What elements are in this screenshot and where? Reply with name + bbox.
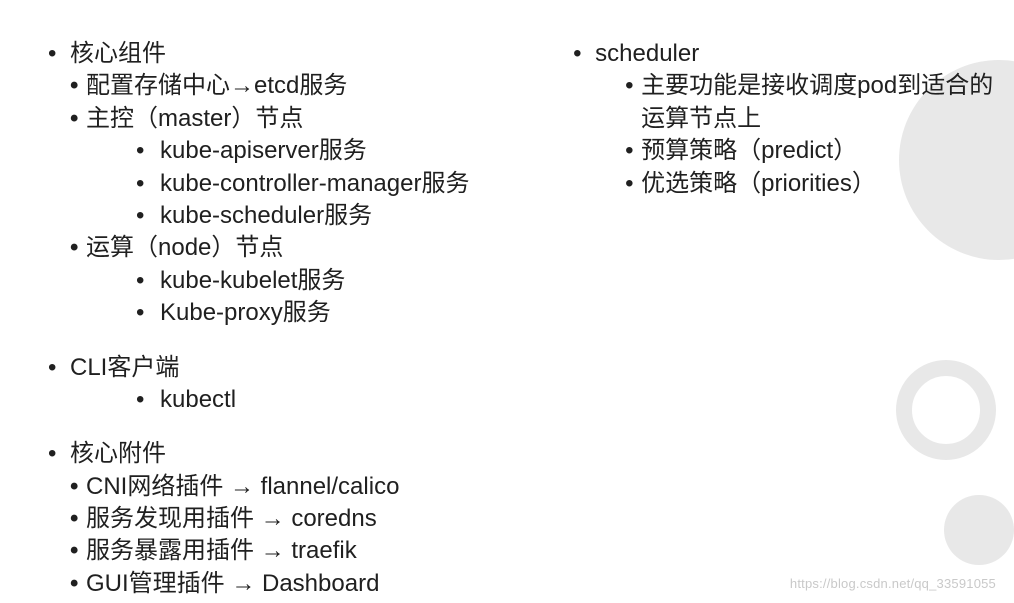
section-cli-client: CLI客户端 <box>40 352 555 384</box>
watermark-text: https://blog.csdn.net/qq_33591055 <box>790 575 996 593</box>
right-column: scheduler 主要功能是接收调度pod到适合的运算节点上 预算策略（pre… <box>555 38 994 603</box>
item-scheduler-function: 主要功能是接收调度pod到适合的运算节点上 <box>565 70 994 135</box>
item-service-expose: 服务暴露用插件 → traefik <box>40 535 555 567</box>
section-scheduler: scheduler <box>565 38 994 70</box>
item-priorities-policy: 优选策略（priorities） <box>565 168 994 200</box>
item-worker-node: 运算（node）节点 <box>40 232 555 264</box>
section-core-addons: 核心附件 <box>40 438 555 470</box>
item-kube-scheduler: kube-scheduler服务 <box>40 200 555 232</box>
item-kube-controller-manager: kube-controller-manager服务 <box>40 168 555 200</box>
slide-content: 核心组件 配置存储中心→etcd服务 主控（master）节点 kube-api… <box>0 0 1014 603</box>
item-kube-kubelet: kube-kubelet服务 <box>40 265 555 297</box>
item-kubectl: kubectl <box>40 384 555 416</box>
item-etcd: 配置存储中心→etcd服务 <box>40 70 555 102</box>
item-kube-apiserver: kube-apiserver服务 <box>40 135 555 167</box>
item-master-node: 主控（master）节点 <box>40 103 555 135</box>
item-kube-proxy: Kube-proxy服务 <box>40 297 555 329</box>
item-predict-policy: 预算策略（predict） <box>565 135 994 167</box>
section-core-components: 核心组件 <box>40 38 555 70</box>
left-column: 核心组件 配置存储中心→etcd服务 主控（master）节点 kube-api… <box>40 38 555 603</box>
item-cni-plugin: CNI网络插件 → flannel/calico <box>40 471 555 503</box>
item-gui-plugin: GUI管理插件 → Dashboard <box>40 568 555 600</box>
item-service-discovery: 服务发现用插件 → coredns <box>40 503 555 535</box>
